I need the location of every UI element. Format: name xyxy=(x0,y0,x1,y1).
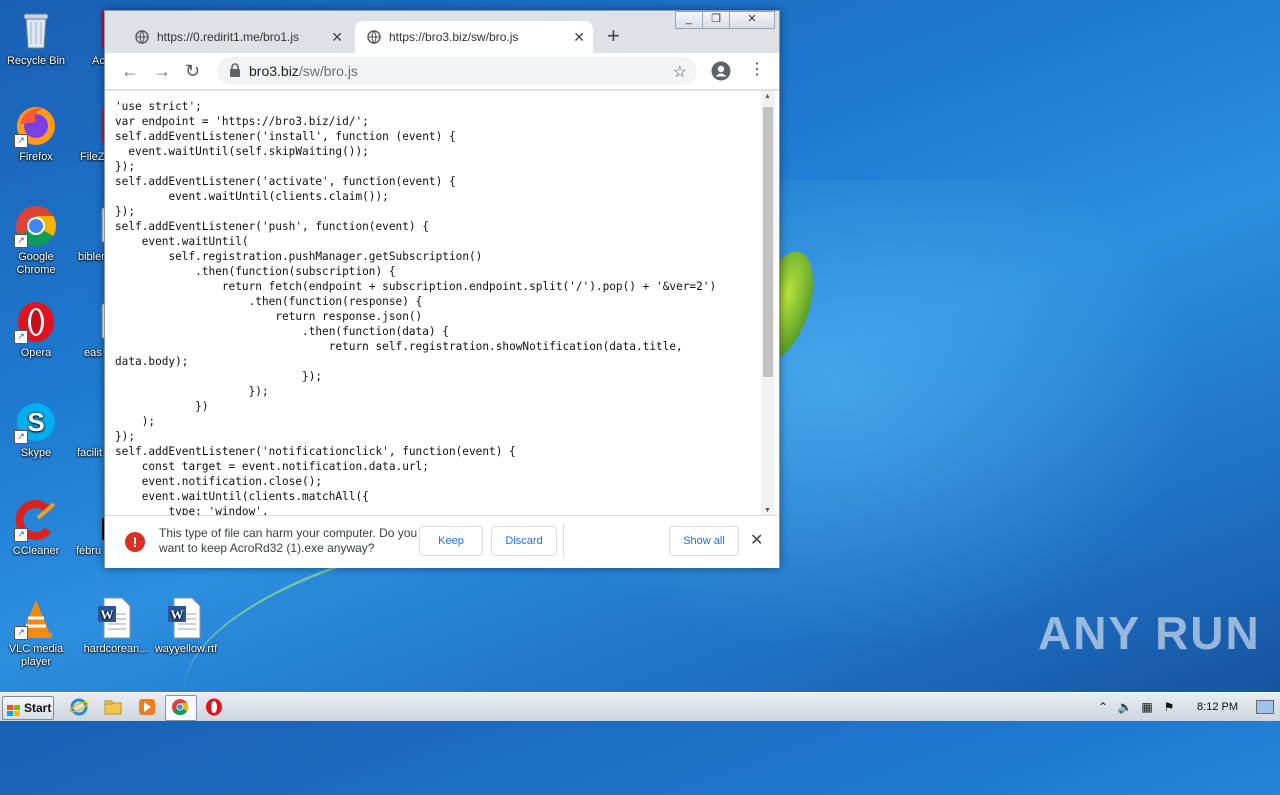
minimize-button[interactable]: _ xyxy=(675,11,703,29)
source-code-text: 'use strict'; var endpoint = 'https://br… xyxy=(115,100,717,516)
scroll-down-icon[interactable]: ▼ xyxy=(764,507,771,514)
globe-icon xyxy=(367,30,381,44)
shortcut-arrow-icon: ↗ xyxy=(14,626,28,640)
shortcut-arrow-icon: ↗ xyxy=(14,430,28,444)
desktop-icon-label: wayyellow.rtf xyxy=(154,643,218,655)
chrome-icon xyxy=(171,698,189,716)
restore-button[interactable]: ❐ xyxy=(702,11,730,29)
opera-icon[interactable] xyxy=(205,698,223,716)
skype-icon: S ↗ xyxy=(14,400,58,444)
watermark-text: ANY RUN xyxy=(1038,607,1261,659)
show-hidden-icons-icon[interactable]: ⌃ xyxy=(1095,700,1111,714)
ccleaner-icon: ↗ xyxy=(14,498,58,542)
tab-title: https://bro3.biz/sw/bro.js xyxy=(389,30,519,44)
window-controls: _ ❐ ✕ xyxy=(675,11,775,29)
word-document-icon: W xyxy=(164,596,208,640)
action-center-flag-icon[interactable]: ⚑ xyxy=(1161,700,1177,714)
back-arrow-icon[interactable]: ← xyxy=(121,61,139,81)
forward-arrow-icon[interactable]: → xyxy=(153,61,171,81)
shortcut-arrow-icon: ↗ xyxy=(14,134,28,148)
network-icon[interactable]: ▦ xyxy=(1139,700,1155,714)
media-player-icon[interactable] xyxy=(138,698,156,716)
start-button[interactable]: Start xyxy=(2,696,54,720)
url-path: /sw/bro.js xyxy=(298,63,358,79)
download-bar: ! This type of file can harm your comput… xyxy=(105,515,779,568)
vertical-scrollbar[interactable]: ▲ ▼ xyxy=(761,91,775,516)
close-window-button[interactable]: ✕ xyxy=(729,11,775,29)
taskbar: Start ⌃ 🔈 ▦ ⚑ 8:12 PM xyxy=(0,692,1280,721)
browser-toolbar: ← → ↻ bro3.biz/sw/bro.js ☆ ⋮ xyxy=(105,53,779,89)
tab-redirit[interactable]: https://0.redirit1.me/bro1.js ✕ xyxy=(111,21,351,53)
svg-text:S: S xyxy=(27,407,44,437)
desktop-icon-hardcorean[interactable]: W hardcorean... xyxy=(76,596,156,656)
discard-button[interactable]: Discard xyxy=(491,526,557,556)
url-host: bro3.biz xyxy=(249,63,299,79)
tab-close-icon[interactable]: ✕ xyxy=(573,29,585,46)
show-all-button[interactable]: Show all xyxy=(669,526,739,556)
tab-strip: https://0.redirit1.me/bro1.js ✕ https://… xyxy=(105,11,779,53)
vlc-icon: ↗ xyxy=(14,596,58,640)
new-tab-button[interactable]: + xyxy=(607,25,620,47)
anyrun-watermark: ANY RUN xyxy=(1038,606,1261,660)
tab-close-icon[interactable]: ✕ xyxy=(331,29,343,46)
address-bar[interactable]: bro3.biz/sw/bro.js ☆ xyxy=(217,57,697,85)
desktop-icon-vlc[interactable]: ↗ VLC media player xyxy=(0,596,72,669)
scrollbar-thumb[interactable] xyxy=(763,107,773,377)
page-content: 'use strict'; var endpoint = 'https://br… xyxy=(105,90,779,516)
kebab-menu-icon[interactable]: ⋮ xyxy=(749,61,765,79)
browser-window: https://0.redirit1.me/bro1.js ✕ https://… xyxy=(104,10,780,568)
file-explorer-icon[interactable] xyxy=(104,698,122,716)
desktop-icon-label: hardcorean... xyxy=(83,643,149,655)
internet-explorer-icon[interactable] xyxy=(69,698,89,716)
recycle-bin-icon xyxy=(14,8,58,52)
opera-icon: ↗ xyxy=(14,300,58,344)
shortcut-arrow-icon: ↗ xyxy=(14,528,28,542)
desktop-icon-wayyellow[interactable]: W wayyellow.rtf xyxy=(150,596,222,656)
globe-icon xyxy=(135,30,149,44)
reload-icon[interactable]: ↻ xyxy=(185,61,200,81)
scroll-up-icon[interactable]: ▲ xyxy=(764,93,771,100)
firefox-icon: ↗ xyxy=(14,104,58,148)
word-document-icon: W xyxy=(94,596,138,640)
account-icon[interactable] xyxy=(711,61,731,81)
divider xyxy=(563,524,564,558)
download-warning-message: This type of file can harm your computer… xyxy=(159,526,418,555)
tab-bro3[interactable]: https://bro3.biz/sw/bro.js ✕ xyxy=(355,21,593,53)
volume-icon[interactable]: 🔈 xyxy=(1117,700,1133,714)
windows-logo-icon xyxy=(7,702,21,716)
chrome-icon: ↗ xyxy=(14,204,58,248)
system-tray: ⌃ 🔈 ▦ ⚑ 8:12 PM xyxy=(1095,693,1280,721)
shortcut-arrow-icon: ↗ xyxy=(14,234,28,248)
tab-title: https://0.redirit1.me/bro1.js xyxy=(157,30,300,44)
clock[interactable]: 8:12 PM xyxy=(1197,701,1238,713)
start-label: Start xyxy=(24,701,52,715)
svg-text:W: W xyxy=(101,607,114,622)
shortcut-arrow-icon: ↗ xyxy=(14,330,28,344)
warning-icon: ! xyxy=(125,532,145,552)
show-desktop-button[interactable] xyxy=(1256,700,1274,714)
keep-button[interactable]: Keep xyxy=(419,526,483,556)
lock-icon xyxy=(229,62,241,80)
bookmark-star-icon[interactable]: ☆ xyxy=(673,62,687,82)
desktop-icon-label: VLC media player xyxy=(8,643,64,668)
svg-text:W: W xyxy=(171,607,184,622)
download-bar-close-icon[interactable]: ✕ xyxy=(750,530,763,550)
